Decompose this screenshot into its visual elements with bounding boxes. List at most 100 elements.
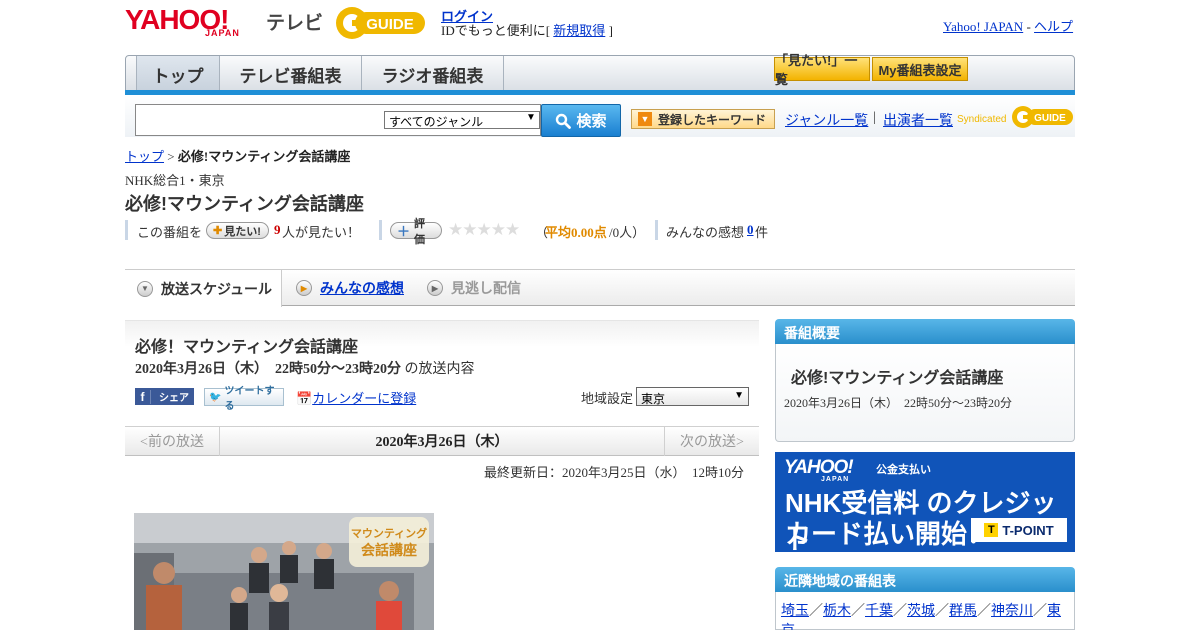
this-program-label: この番組を xyxy=(137,225,203,240)
mitai-count: 9 xyxy=(274,222,281,237)
rating-average: 平均0.00点 xyxy=(545,225,607,240)
link-separator: - xyxy=(1023,19,1035,34)
tab-impressions-label[interactable]: みんなの感想 xyxy=(320,278,404,298)
genre-select[interactable]: すべてのジャンル xyxy=(384,111,540,129)
program-image: マウンティング 会話講座 xyxy=(134,513,434,630)
neighbor-header: 近隣地域の番組表 xyxy=(775,567,1075,592)
region-value: 東京 xyxy=(641,392,666,406)
chevron-right-icon: ▶ xyxy=(427,280,443,296)
rate-button[interactable]: ＋評価 xyxy=(390,218,442,246)
stats-divider xyxy=(655,220,658,240)
yahoo-japan-link[interactable]: Yahoo! JAPAN xyxy=(943,19,1023,34)
neighbor-link-kanagawa[interactable]: 神奈川 xyxy=(991,604,1033,619)
image-overlay-line2: 会話講座 xyxy=(361,542,417,558)
tweet-label: ツイートする xyxy=(224,386,275,412)
login-sub-prefix: IDでもっと便利に[ xyxy=(441,23,554,38)
breadcrumb-separator: > xyxy=(164,149,178,164)
stats-divider xyxy=(125,220,128,240)
next-broadcast-link[interactable]: 次の放送> xyxy=(664,426,759,456)
calendar-register[interactable]: 📅カレンダーに登録 xyxy=(296,388,416,407)
login-sub-suffix: ] xyxy=(605,23,613,38)
schedule-tabs: ▼ 放送スケジュール ▶ みんなの感想 ▶ 見逃し配信 xyxy=(125,269,1075,307)
keyword-button-label: 登録したキーワード xyxy=(658,112,767,127)
breadcrumb-top-link[interactable]: トップ xyxy=(125,149,164,164)
neighbor-link-chiba[interactable]: 千葉 xyxy=(865,604,893,619)
breadcrumb-current: 必修!マウンティング会話講座 xyxy=(177,149,351,164)
impressions-suffix: 件 xyxy=(755,225,769,240)
tweet-button[interactable]: 🐦 ツイートする xyxy=(204,386,284,412)
tab-missed-streaming-label: 見逃し配信 xyxy=(451,280,521,296)
magnifier-icon xyxy=(556,113,572,129)
rate-pill-label: 評価 xyxy=(414,217,426,246)
search-button[interactable]: 検索 xyxy=(541,104,621,137)
calendar-icon: 📅 xyxy=(296,391,313,406)
share-label: シェア xyxy=(159,393,189,404)
login-subtext: IDでもっと便利に[ 新規取得 ] xyxy=(441,20,613,39)
star-rating: ★★★★★ xyxy=(448,220,520,239)
impressions-count[interactable]: 0 xyxy=(747,222,754,238)
neighbor-sep: ／ xyxy=(977,604,991,619)
mitai-button[interactable]: ✚ 見たい! xyxy=(206,222,269,239)
tpoint-badge: T T-POINT xyxy=(971,518,1067,542)
my-schedule-settings-button[interactable]: My番組表設定 xyxy=(872,57,968,81)
mitai-list-button[interactable]: 「見たい!」一覧 xyxy=(774,53,870,87)
nav-tab-top[interactable]: トップ xyxy=(136,56,220,92)
plus-icon: ✚ xyxy=(213,225,223,237)
program-title: 必修!マウンティング会話講座 xyxy=(125,194,364,214)
neighbor-link-gunma[interactable]: 群馬 xyxy=(949,604,977,619)
banner-japan-logo: JAPAN xyxy=(821,476,850,483)
image-overlay-line1: マウンティング xyxy=(351,526,427,540)
cast-list-link[interactable]: 出演者一覧 xyxy=(883,110,953,130)
tab-missed-streaming: ▶ 見逃し配信 xyxy=(427,270,547,306)
genre-list-link[interactable]: ジャンル一覧 xyxy=(785,110,868,130)
neighbor-link-saitama[interactable]: 埼玉 xyxy=(781,604,809,619)
search-button-label: 検索 xyxy=(576,113,607,130)
region-select[interactable]: 東京 ▼ xyxy=(636,387,749,406)
facebook-icon: f xyxy=(135,389,151,404)
neighbor-link-ibaraki[interactable]: 茨城 xyxy=(907,604,935,619)
chevron-down-icon: ▼ xyxy=(137,280,153,297)
top-right-links: Yahoo! JAPAN - ヘルプ xyxy=(943,16,1073,35)
tpoint-icon: T xyxy=(984,523,999,537)
prev-broadcast-link[interactable]: <前の放送 xyxy=(125,426,220,456)
twitter-bird-icon: 🐦 xyxy=(209,391,222,403)
summary-title: 必修!マウンティング会話講座 xyxy=(791,370,1004,387)
mitai-pill-label: 見たい! xyxy=(224,225,261,238)
nhk-payment-banner[interactable]: YAHOO! JAPAN 公金支払い NHK受信料 のクレジット カード払い開始… xyxy=(775,452,1075,555)
register-link[interactable]: 新規取得 xyxy=(553,23,605,38)
plus-icon: ＋ xyxy=(397,224,411,239)
banner-public-payment: 公金支払い xyxy=(876,464,931,476)
last-updated: 最終更新日：2020年3月25日（水） 12時10分 xyxy=(484,465,745,480)
region-label: 地域設定 xyxy=(581,391,634,406)
calendar-register-link[interactable]: カレンダーに登録 xyxy=(312,391,416,406)
link-divider: | xyxy=(873,110,876,125)
help-link[interactable]: ヘルプ xyxy=(1034,19,1073,34)
stats-divider xyxy=(379,220,382,240)
program-stats: この番組を ✚ 見たい! 9 人が見たい！ ＋評価 ★★★★★ （ 平均0.00点… xyxy=(125,218,825,246)
tv-service-title[interactable]: テレビ xyxy=(266,8,323,35)
chevron-right-icon: ▶ xyxy=(296,280,312,296)
nav-tab-radio-schedule[interactable]: ラジオ番組表 xyxy=(362,56,504,92)
broadcast-datetime: 2020年3月26日（木） 22時50分～23時20分 の放送内容 xyxy=(135,358,475,378)
syndicated-text: Syndicated xyxy=(957,114,1006,125)
summary-datetime: 2020年3月26日（木） 22時50分～23時20分 xyxy=(784,396,1013,410)
tpoint-label: T-POINT xyxy=(1002,522,1054,538)
neighbor-sep: ／ xyxy=(809,604,823,619)
mitai-suffix: 人が見たい！ xyxy=(282,225,361,240)
neighbor-link-tochigi[interactable]: 栃木 xyxy=(823,604,851,619)
registered-keyword-button[interactable]: ▼ 登録したキーワード xyxy=(631,109,775,129)
tab-broadcast-schedule[interactable]: ▼ 放送スケジュール xyxy=(125,270,282,307)
summary-box xyxy=(775,344,1075,442)
neighbor-sep: ／ xyxy=(893,604,907,619)
tab-impressions[interactable]: ▶ みんなの感想 xyxy=(296,270,421,306)
broadcast-datetime-value: 2020年3月26日（木） 22時50分～23時20分 xyxy=(135,362,401,377)
dropdown-arrow-icon: ▼ xyxy=(734,390,744,401)
dropdown-arrow-icon: ▼ xyxy=(526,112,536,123)
impressions-label: みんなの感想 xyxy=(666,225,745,240)
gguide-logo[interactable]: GUIDE xyxy=(335,6,431,40)
neighbor-sep: ／ xyxy=(1033,604,1047,619)
facebook-share-button[interactable]: f シェア xyxy=(135,388,194,405)
summary-header: 番組概要 xyxy=(775,319,1075,344)
nav-tab-tv-schedule[interactable]: テレビ番組表 xyxy=(220,56,362,92)
neighbor-sep: ／ xyxy=(851,604,865,619)
